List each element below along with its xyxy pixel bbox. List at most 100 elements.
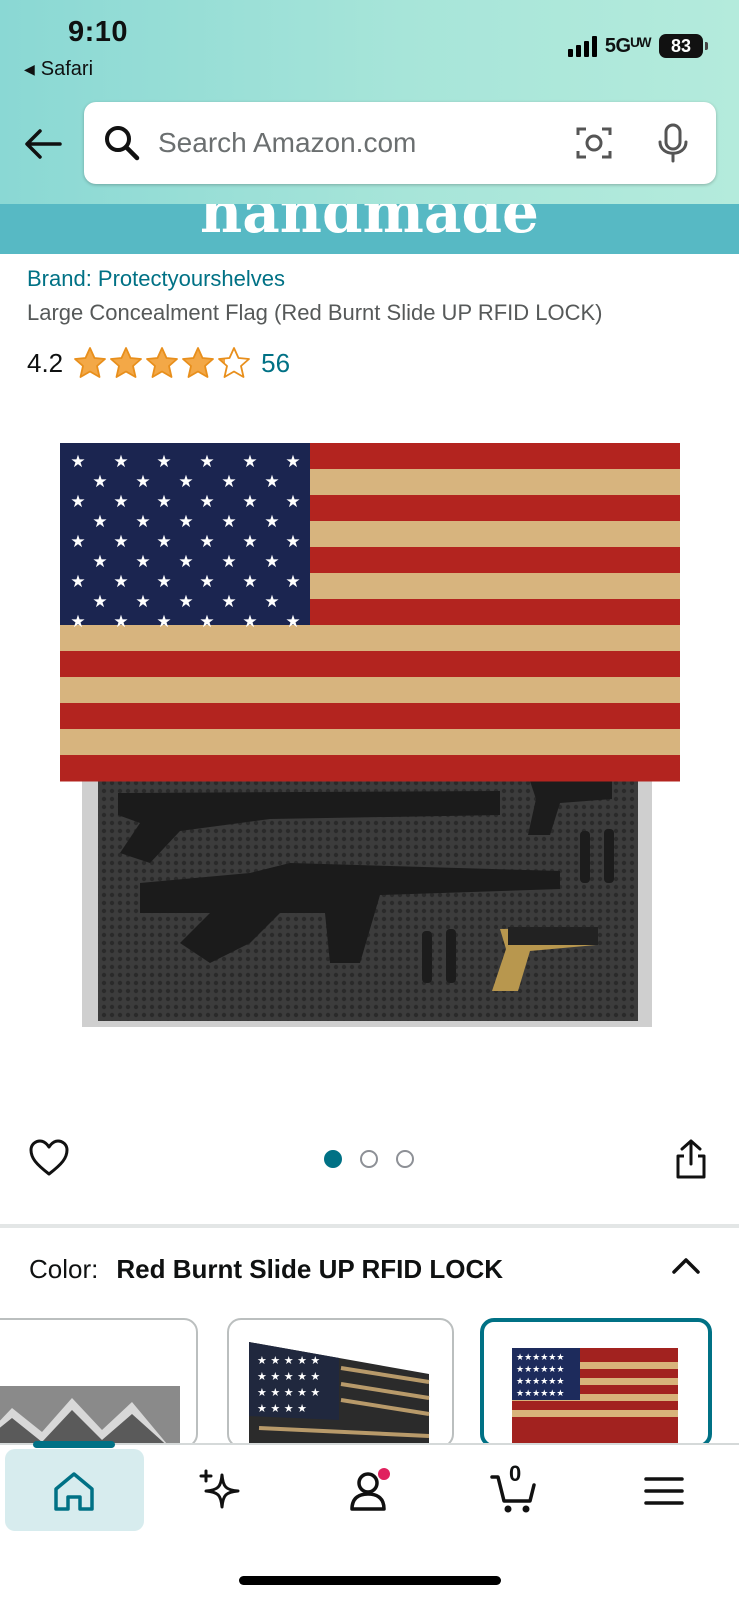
- flag-star: ★: [242, 572, 257, 592]
- product-image[interactable]: ★ ★ ★ ★ ★ ★ ★ ★ ★ ★ ★ ★ ★ ★ ★ ★ ★ ★ ★ ★ ★ ★ ★ ★ ★ ★ ★ ★ ★ ★ ★ ★ ★ ★ ★ ★ ★ ★ ★ ★…: [60, 443, 680, 1048]
- flag-star: ★: [178, 592, 193, 612]
- color-swatch-mountain[interactable]: [0, 1318, 198, 1448]
- color-swatch-black-flag[interactable]: ★ ★ ★ ★ ★ ★ ★ ★ ★ ★ ★ ★ ★ ★ ★ ★ ★ ★ ★: [227, 1318, 454, 1448]
- flag-star: ★: [178, 552, 193, 572]
- bottom-navigation: 0: [0, 1441, 739, 1599]
- microphone-icon[interactable]: [656, 123, 690, 163]
- pagination-dot[interactable]: [360, 1150, 378, 1168]
- chevron-up-icon[interactable]: [670, 1254, 702, 1278]
- flag-star: ★: [135, 472, 150, 492]
- flag-star: ★: [156, 532, 171, 552]
- back-app-label: Safari: [40, 58, 94, 80]
- svg-text:★★★★★★: ★★★★★★: [516, 1365, 564, 1375]
- color-label: Color:: [29, 1254, 99, 1284]
- home-icon[interactable]: [50, 1467, 98, 1515]
- network-label: 5Gᵁᵂ: [604, 34, 652, 57]
- flag-star: ★: [92, 512, 107, 532]
- red-flag-swatch-image: ★★★★★★ ★★★★★★ ★★★★★★ ★★★★★★: [512, 1348, 678, 1444]
- star-icon: [182, 347, 215, 378]
- flag-star: ★: [70, 492, 85, 512]
- flag-star: ★: [221, 512, 236, 532]
- flag-stripe: [60, 703, 680, 730]
- flag-star: ★: [285, 532, 300, 552]
- black-flag-swatch-image: ★ ★ ★ ★ ★ ★ ★ ★ ★ ★ ★ ★ ★ ★ ★ ★ ★ ★ ★: [249, 1342, 430, 1446]
- flag-star: ★: [113, 572, 128, 592]
- svg-text:★ ★ ★ ★ ★: ★ ★ ★ ★ ★: [257, 1370, 320, 1383]
- search-bar[interactable]: Search Amazon.com: [84, 102, 716, 184]
- image-pagination[interactable]: [324, 1150, 414, 1168]
- brand-link[interactable]: Brand: Protectyourshelves: [27, 266, 285, 292]
- flag-star: ★: [178, 512, 193, 532]
- back-arrow-icon[interactable]: [22, 122, 66, 166]
- mountain-swatch-image: [0, 1386, 180, 1446]
- flag-star: ★: [221, 592, 236, 612]
- svg-text:★★★★★★: ★★★★★★: [516, 1389, 564, 1399]
- flag-star: ★: [113, 492, 128, 512]
- flag-star: ★: [285, 452, 300, 472]
- flag-stripe: [60, 625, 680, 652]
- rating-row[interactable]: 4.2 56: [27, 346, 290, 380]
- flag-star: ★: [264, 552, 279, 572]
- camera-search-icon[interactable]: [574, 123, 614, 163]
- pagination-dot[interactable]: [396, 1150, 414, 1168]
- star-icon: [146, 347, 179, 378]
- flag-star: ★: [178, 472, 193, 492]
- menu-icon[interactable]: [640, 1467, 688, 1515]
- flag-star: ★: [70, 612, 85, 632]
- rating-value: 4.2: [27, 347, 64, 378]
- flag-star: ★: [156, 612, 171, 632]
- flag-star: ★: [113, 452, 128, 472]
- flag-star: ★: [113, 532, 128, 552]
- status-indicators: 5Gᵁᵂ 83: [567, 34, 708, 58]
- flag-stripe: [60, 755, 680, 782]
- flag-star: ★: [92, 552, 107, 572]
- svg-text:★ ★ ★ ★: ★ ★ ★ ★: [257, 1402, 307, 1415]
- battery-icon: 83: [659, 34, 708, 58]
- star-icon: [74, 347, 107, 378]
- share-icon[interactable]: [674, 1138, 708, 1180]
- star-icon: [110, 347, 143, 378]
- home-indicator-bar: [239, 1576, 501, 1585]
- svg-text:★ ★ ★ ★ ★: ★ ★ ★ ★ ★: [257, 1354, 320, 1367]
- header: 9:10 ◀ Safari 5Gᵁᵂ 83 Search Amazon.com: [0, 0, 739, 204]
- search-input[interactable]: Search Amazon.com: [158, 127, 574, 159]
- section-divider: [0, 1224, 739, 1228]
- cart-count: 0: [509, 1461, 522, 1486]
- flag-star: ★: [242, 612, 257, 632]
- flag-star: ★: [135, 592, 150, 612]
- handmade-banner[interactable]: handmade: [0, 204, 739, 254]
- cart-button[interactable]: 0: [490, 1461, 538, 1515]
- back-to-safari[interactable]: ◀ Safari: [24, 58, 93, 81]
- flag-stripe: [60, 677, 680, 704]
- product-title: Large Concealment Flag (Red Burnt Slide …: [27, 300, 603, 325]
- flag-star: ★: [70, 572, 85, 592]
- flag-star: ★: [70, 532, 85, 552]
- flag-star: ★: [242, 452, 257, 472]
- ai-sparkle-icon[interactable]: [196, 1467, 244, 1515]
- handmade-banner-text: handmade: [200, 204, 539, 246]
- flag-star: ★: [221, 472, 236, 492]
- account-icon[interactable]: [346, 1467, 394, 1515]
- search-icon: [105, 126, 140, 161]
- pagination-dot[interactable]: [324, 1150, 342, 1168]
- status-time: 9:10: [68, 16, 129, 48]
- flag-star: ★: [264, 592, 279, 612]
- back-triangle-icon: ◀: [24, 61, 35, 77]
- flag-star: ★: [156, 572, 171, 592]
- svg-text:★★★★★★: ★★★★★★: [516, 1377, 564, 1387]
- flag-star: ★: [70, 452, 85, 472]
- flag-star: ★: [199, 572, 214, 592]
- flag-star: ★: [264, 512, 279, 532]
- flag-stripe: [60, 729, 680, 756]
- flag-star: ★: [199, 492, 214, 512]
- flag-star: ★: [242, 532, 257, 552]
- flag-star: ★: [242, 492, 257, 512]
- flag-star: ★: [264, 472, 279, 492]
- color-swatch-red-burnt-selected[interactable]: ★★★★★★ ★★★★★★ ★★★★★★ ★★★★★★: [480, 1318, 712, 1448]
- color-value: Red Burnt Slide UP RFID LOCK: [116, 1254, 504, 1284]
- wishlist-heart-icon[interactable]: [28, 1138, 70, 1178]
- review-count[interactable]: 56: [261, 348, 290, 379]
- flag-stripe: [60, 651, 680, 678]
- flag-star: ★: [285, 572, 300, 592]
- flag-star: ★: [285, 612, 300, 632]
